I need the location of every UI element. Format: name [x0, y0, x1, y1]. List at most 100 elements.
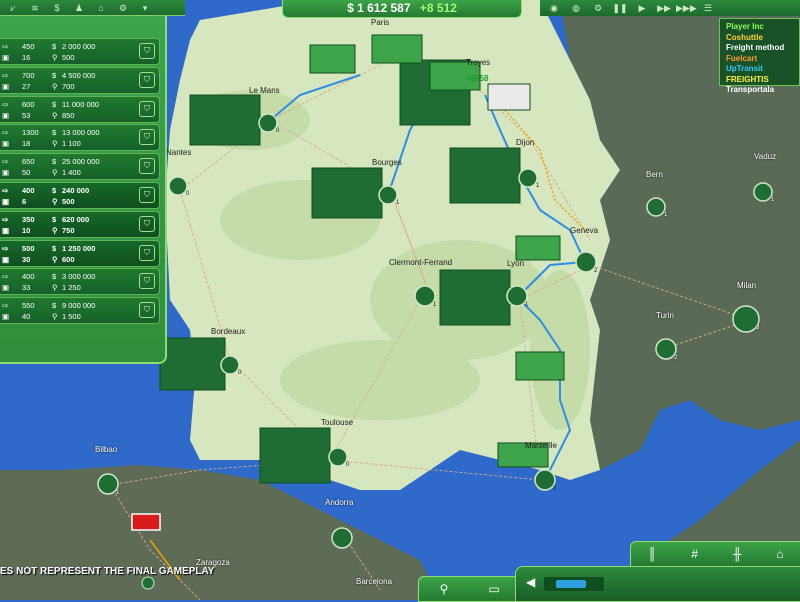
- company-name[interactable]: Player Inc: [726, 22, 799, 33]
- rail-icon[interactable]: #: [686, 548, 704, 560]
- buy-basket-icon[interactable]: ⛉: [139, 129, 155, 146]
- capacity-icon: ▣: [2, 139, 10, 149]
- vehicle-price: 3 000 000: [62, 272, 96, 282]
- location-pin-icon[interactable]: ⚲: [435, 583, 453, 595]
- train-marker-geneva: [515, 235, 561, 261]
- vehicle-range: 500: [62, 196, 75, 206]
- station-bilbao[interactable]: [97, 473, 119, 495]
- vehicle-range: 600: [62, 254, 75, 264]
- buy-basket-icon[interactable]: ⛉: [139, 43, 155, 59]
- station-count-marseille: 2: [553, 486, 557, 492]
- buy-basket-icon[interactable]: ⛉: [139, 302, 155, 319]
- company-name[interactable]: Coshuttle: [726, 33, 799, 44]
- station-bourges[interactable]: [378, 185, 398, 205]
- train-slot[interactable]: [544, 577, 604, 591]
- fastest-icon[interactable]: ▶▶▶: [676, 2, 697, 14]
- station-toulouse[interactable]: [328, 447, 348, 467]
- bank-icon[interactable]: ⌂: [92, 2, 110, 14]
- range-icon: ⚲: [52, 53, 58, 62]
- station-bordeaux[interactable]: [220, 355, 240, 375]
- vehicle-capacity: 50: [22, 168, 31, 178]
- train-marker-rhone: [515, 351, 565, 381]
- station-lyon[interactable]: [506, 285, 528, 307]
- station-count-bourges: 1: [396, 200, 400, 206]
- layers-icon[interactable]: ≋: [26, 2, 44, 14]
- station-count-turin: 2: [674, 355, 678, 361]
- people-icon[interactable]: ♟: [70, 2, 88, 14]
- city-label-bilbao: Bilbao: [95, 445, 118, 454]
- station-geneva[interactable]: [575, 251, 597, 273]
- globe-icon[interactable]: ◍: [566, 2, 586, 14]
- vehicle-row[interactable]: ⇨ 700 $ 4 500 000 ▣ 27 ⚲ 700 ⛉: [0, 66, 160, 94]
- top-right-toolbar: ◉ ◍ ⚙ ❚❚ ▶ ▶▶ ▶▶▶ ☰: [540, 0, 800, 16]
- station-turin[interactable]: [655, 338, 677, 360]
- demolish-icon[interactable]: ╫: [728, 548, 746, 560]
- graph-icon[interactable]: ⩗: [4, 2, 22, 14]
- folder-icon[interactable]: ▭: [485, 583, 503, 595]
- pause-icon[interactable]: ❚❚: [610, 2, 630, 14]
- speed-icon: ⇨: [2, 157, 9, 167]
- vehicle-price: 9 000 000: [62, 301, 96, 311]
- research-icon[interactable]: ⚙: [114, 2, 132, 14]
- vehicle-row[interactable]: ⇨ 550 $ 9 000 000 ▣ 40 ⚲ 1 500 ⛉: [0, 297, 160, 325]
- capacity-icon: ▣: [2, 81, 10, 91]
- buy-basket-icon[interactable]: ⛉: [139, 71, 155, 88]
- station-marseille[interactable]: [534, 469, 556, 491]
- capacity-icon: ▣: [2, 196, 10, 206]
- vehicle-capacity: 40: [22, 312, 31, 322]
- company-name[interactable]: Freight method: [726, 43, 799, 54]
- station-clermont[interactable]: [414, 285, 436, 307]
- city-label-andorra: Andorra: [325, 498, 354, 507]
- vehicle-row[interactable]: ⇨ 400 $ 240 000 ▣ 6 ⚲ 500 ⛉: [0, 181, 160, 209]
- price-icon: $: [52, 185, 57, 195]
- buy-basket-icon[interactable]: ⛉: [139, 273, 155, 290]
- station-nantes[interactable]: [168, 176, 188, 196]
- vehicle-row[interactable]: ⇨ 650 $ 25 000 000 ▣ 50 ⚲ 1 400 ⛉: [0, 153, 160, 181]
- vehicle-row[interactable]: ⇨ 450 $ 2 000 000 ▣ 16 ⚲ 500 ⛉: [0, 38, 160, 65]
- station-bern[interactable]: [646, 197, 666, 217]
- vehicle-row[interactable]: ⇨ 350 $ 620 000 ▣ 10 ⚲ 750 ⛉: [0, 210, 160, 238]
- depot-icon[interactable]: ⌂: [771, 548, 789, 560]
- eye-icon[interactable]: ◉: [544, 2, 564, 14]
- road-icon[interactable]: ║: [643, 548, 661, 560]
- buy-basket-icon[interactable]: ⛉: [139, 100, 155, 117]
- price-icon: $: [52, 42, 57, 51]
- collapse-arrow-icon[interactable]: ◀: [526, 575, 535, 589]
- speed-icon: ⇨: [2, 99, 9, 109]
- settings-icon[interactable]: ⚙: [588, 2, 608, 14]
- vehicle-row[interactable]: ⇨ 500 $ 1 250 000 ▣ 30 ⚲ 600 ⛉: [0, 239, 160, 267]
- price-icon: $: [52, 128, 57, 138]
- finance-icon[interactable]: $: [48, 2, 66, 14]
- price-icon: $: [52, 243, 57, 253]
- company-name[interactable]: FREIGHTIS: [726, 75, 799, 86]
- fast-forward-icon[interactable]: ▶▶: [654, 2, 674, 14]
- vehicle-row[interactable]: ⇨ 600 $ 11 000 000 ▣ 53 ⚲ 850 ⛉: [0, 95, 160, 123]
- range-icon: ⚲: [52, 168, 58, 178]
- speed-icon: ⇨: [2, 42, 9, 51]
- station-count-clermont: 1: [433, 302, 437, 308]
- station-count-dijon: 1: [536, 183, 540, 189]
- speed-icon: ⇨: [2, 214, 9, 224]
- play-icon[interactable]: ▶: [632, 2, 652, 14]
- company-name[interactable]: Fuelcart: [726, 54, 799, 65]
- station-le-mans[interactable]: [258, 113, 278, 133]
- shirt-icon[interactable]: ▾: [136, 2, 154, 14]
- buy-basket-icon[interactable]: ⛉: [139, 158, 155, 175]
- vehicle-capacity: 53: [22, 110, 31, 120]
- buy-basket-icon[interactable]: ⛉: [139, 186, 155, 203]
- buy-basket-icon[interactable]: ⛉: [139, 244, 155, 261]
- company-name[interactable]: UpTransit: [726, 64, 799, 75]
- menu-icon[interactable]: ☰: [698, 2, 718, 14]
- company-name[interactable]: Transportala: [726, 85, 799, 96]
- vehicle-row[interactable]: ⇨ 1300 $ 13 000 000 ▣ 18 ⚲ 1 100 ⛉: [0, 124, 160, 152]
- station-dijon[interactable]: [518, 168, 538, 188]
- station-vaduz[interactable]: [753, 182, 773, 202]
- vehicle-strip: ◀: [515, 566, 800, 602]
- vehicle-range: 750: [62, 225, 75, 235]
- range-icon: ⚲: [52, 110, 58, 120]
- buy-basket-icon[interactable]: ⛉: [139, 215, 155, 232]
- vehicle-range: 700: [62, 81, 75, 91]
- vehicle-row[interactable]: ⇨ 400 $ 3 000 000 ▣ 33 ⚲ 1 250 ⛉: [0, 268, 160, 296]
- vehicle-price: 240 000: [62, 185, 90, 195]
- station-andorra[interactable]: [331, 527, 353, 549]
